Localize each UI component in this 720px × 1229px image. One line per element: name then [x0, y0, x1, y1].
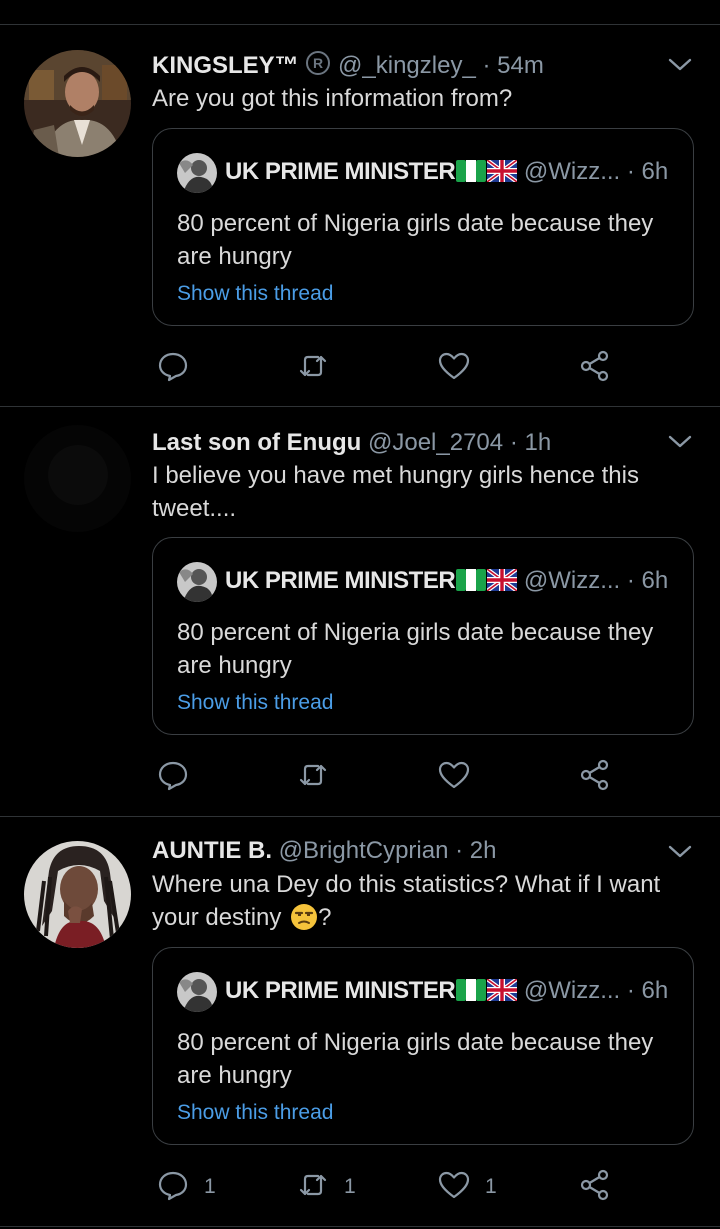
tweet-text: I believe you have met hungry girls henc… [152, 462, 639, 522]
reply-button[interactable] [156, 348, 204, 388]
tweet-divider [0, 406, 720, 407]
quoted-avatar [177, 153, 217, 193]
retweet-icon [296, 349, 330, 388]
quoted-author-name[interactable]: UK PRIME MINISTER [225, 977, 456, 1004]
tweet-actions [0, 757, 720, 797]
nigeria-flag-icon [456, 977, 487, 1001]
tweet-time: · 1h [509, 429, 552, 456]
share-button[interactable] [578, 1167, 612, 1207]
quoted-author-name[interactable]: UK PRIME MINISTER [225, 158, 456, 185]
unamused-face-icon [290, 903, 318, 940]
tweet-text: Are you got this information from? [152, 85, 513, 112]
uk-flag-icon [486, 977, 519, 1003]
tweet-header: KINGSLEY™ R @_kingzley_ · 54m [152, 49, 672, 86]
quoted-text: 80 percent of Nigeria girls date because… [177, 210, 654, 270]
chevron-down-icon[interactable] [666, 431, 694, 451]
reply-icon [156, 1168, 190, 1207]
retweet-icon [296, 1168, 330, 1207]
quoted-avatar [177, 972, 217, 1012]
like-button[interactable] [437, 757, 485, 797]
share-icon [578, 758, 612, 797]
author-handle[interactable]: @_kingzley_ [338, 52, 476, 79]
quoted-header: UK PRIME MINISTER @Wizz... · 6h [225, 564, 675, 598]
author-handle[interactable]: @BrightCyprian [279, 837, 449, 864]
quoted-time: · 6h [626, 567, 669, 594]
reply-icon [156, 349, 190, 388]
tweet-text-end: ? [318, 904, 332, 931]
uk-flag-icon [486, 158, 519, 184]
tweet-time: · 2h [455, 837, 497, 864]
tweet-divider [0, 816, 720, 817]
quoted-handle[interactable]: @Wizz... [524, 977, 620, 1004]
quoted-author-name[interactable]: UK PRIME MINISTER [225, 567, 456, 594]
avatar[interactable] [24, 50, 131, 157]
show-thread-link[interactable]: Show this thread [177, 688, 333, 718]
reply-count: 1 [204, 1175, 216, 1198]
show-thread-link[interactable]: Show this thread [177, 279, 333, 309]
avatar[interactable] [24, 425, 131, 532]
quoted-time: · 6h [626, 158, 669, 185]
author-name[interactable]: Last son of Enugu [152, 429, 361, 456]
heart-icon [437, 1168, 471, 1207]
quoted-text: 80 percent of Nigeria girls date because… [177, 619, 654, 679]
retweet-count: 1 [344, 1175, 356, 1198]
quoted-tweet[interactable]: UK PRIME MINISTER @Wizz... · 6h 80 perce… [152, 128, 694, 326]
share-icon [578, 1168, 612, 1207]
tweet-actions: 1 1 1 [0, 1167, 720, 1207]
tweet-actions [0, 348, 720, 388]
quoted-text: 80 percent of Nigeria girls date because… [177, 1029, 654, 1089]
share-icon [578, 349, 612, 388]
author-name[interactable]: KINGSLEY™ [152, 52, 299, 79]
retweet-button[interactable] [296, 348, 344, 388]
like-button[interactable] [437, 348, 485, 388]
tweet-text: Where una Dey do this statistics? What i… [152, 868, 687, 940]
show-thread-link[interactable]: Show this thread [177, 1098, 333, 1128]
quoted-header: UK PRIME MINISTER @Wizz... · 6h [225, 974, 675, 1008]
reply-button[interactable]: 1 [156, 1167, 216, 1207]
quoted-handle[interactable]: @Wizz... [524, 567, 620, 594]
like-count: 1 [485, 1175, 497, 1198]
reply-icon [156, 758, 190, 797]
reply-button[interactable] [156, 757, 204, 797]
nigeria-flag-icon [456, 158, 487, 182]
tweet-header: Last son of Enugu @Joel_2704 · 1h [152, 426, 672, 460]
top-divider [0, 24, 720, 25]
chevron-down-icon[interactable] [666, 54, 694, 74]
quoted-tweet[interactable]: UK PRIME MINISTER @Wizz... · 6h 80 perce… [152, 537, 694, 735]
heart-icon [437, 349, 471, 388]
tweet-text-body: Where una Dey do this statistics? What i… [152, 871, 661, 931]
retweet-button[interactable] [296, 757, 344, 797]
share-button[interactable] [578, 348, 612, 388]
like-button[interactable]: 1 [437, 1167, 497, 1207]
svg-text:R: R [313, 55, 323, 71]
quoted-handle[interactable]: @Wizz... [524, 158, 620, 185]
nigeria-flag-icon [456, 567, 487, 591]
heart-icon [437, 758, 471, 797]
author-handle[interactable]: @Joel_2704 [368, 429, 503, 456]
author-name[interactable]: AUNTIE B. [152, 837, 272, 864]
avatar[interactable] [24, 841, 131, 948]
tweet-divider [0, 1226, 720, 1227]
quoted-header: UK PRIME MINISTER @Wizz... · 6h [225, 155, 675, 189]
share-button[interactable] [578, 757, 612, 797]
chevron-down-icon[interactable] [666, 841, 694, 861]
tweet-time: · 54m [482, 52, 544, 79]
quoted-time: · 6h [626, 977, 669, 1004]
quoted-tweet[interactable]: UK PRIME MINISTER @Wizz... · 6h 80 perce… [152, 947, 694, 1145]
retweet-button[interactable]: 1 [296, 1167, 356, 1207]
quoted-avatar [177, 562, 217, 602]
registered-icon: R [305, 50, 331, 86]
uk-flag-icon [486, 567, 519, 593]
tweet-header: AUNTIE B. @BrightCyprian · 2h [152, 834, 672, 868]
retweet-icon [296, 758, 330, 797]
